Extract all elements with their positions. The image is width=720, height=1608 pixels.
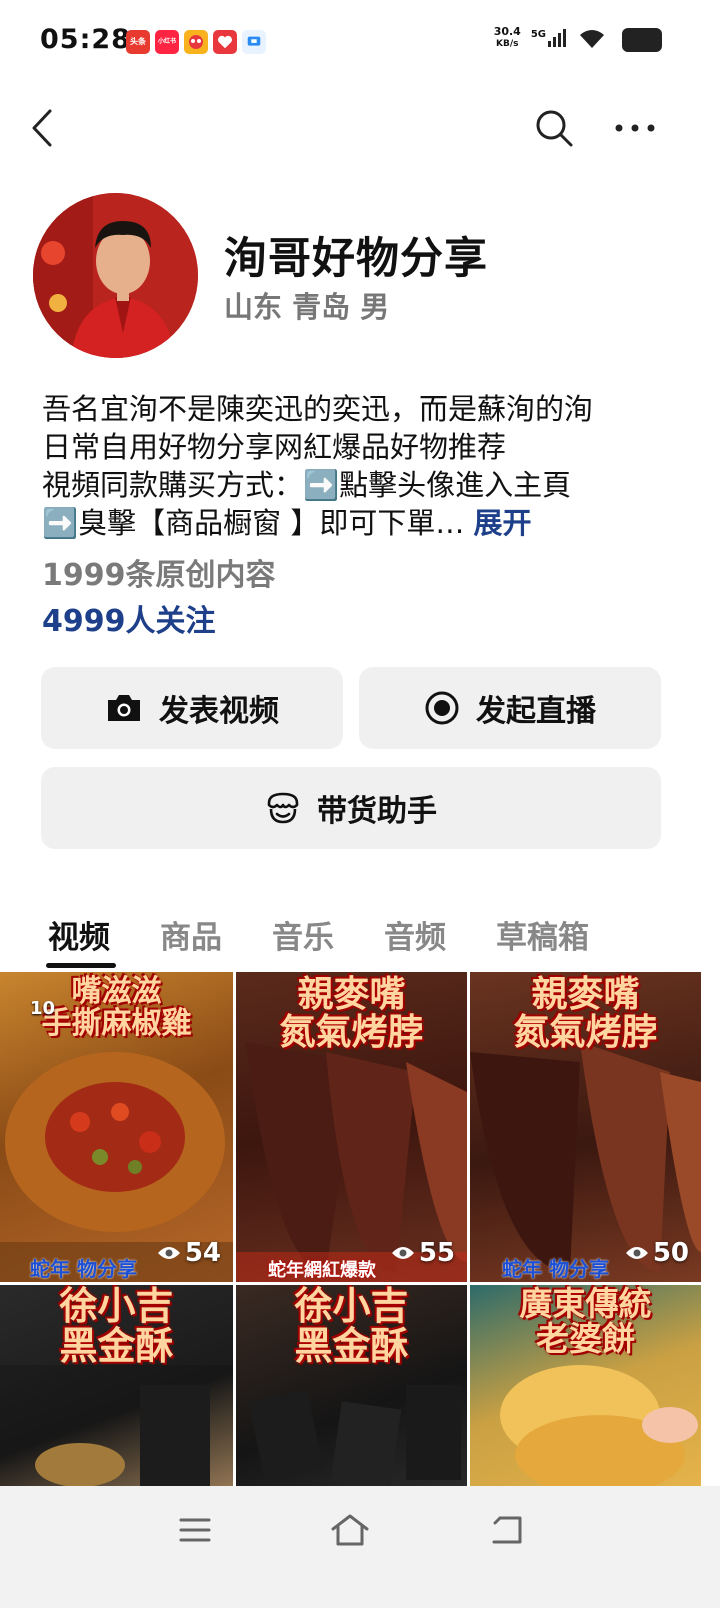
tab-music[interactable]: 音乐 (272, 912, 334, 957)
status-indicators: 30.4 KB/s 5G (494, 26, 606, 50)
bio-line: 日常自用好物分享网紅爆品好物推荐 (42, 430, 507, 464)
bio-line: ➡️臭擊【商品橱窗 】即可下單… 展开 (42, 504, 682, 542)
caption-line: 氮氣烤脖 (513, 1011, 658, 1053)
view-count-value: 54 (184, 1238, 221, 1268)
status-bar: 05:28 头条 小红书 30.4 KB/s 5G (0, 0, 720, 84)
video-caption: 廣東傳統 老婆餅 (470, 1285, 701, 1358)
post-video-label: 发表视频 (159, 694, 279, 729)
caption-line: 徐小吉 (294, 1285, 409, 1328)
view-count: 55 (391, 1238, 455, 1268)
video-caption: 徐小吉 黑金酥 (236, 1285, 467, 1368)
notification-icons: 头条 小红书 (126, 30, 266, 54)
shop-assistant-icon (267, 792, 299, 824)
battery-icon (622, 28, 662, 52)
caption-line: 老婆餅 (536, 1318, 635, 1358)
avatar[interactable] (33, 193, 198, 358)
chat-app-icon (242, 30, 266, 54)
caption-line: 黑金酥 (59, 1323, 174, 1368)
expand-bio-link[interactable]: 展开 (474, 506, 532, 540)
video-thumbnail[interactable]: 嘴滋滋 手撕麻椒雞 10 蛇年 物分享 54 (0, 972, 233, 1282)
signal-icon: 5G (531, 29, 568, 47)
profile-location-gender: 山东 青岛 男 (224, 290, 390, 324)
tab-drafts[interactable]: 草稿箱 (496, 912, 589, 957)
net-speed: 30.4 KB/s (494, 26, 521, 50)
video-bottom-text: 蛇年 物分享 (502, 1257, 609, 1281)
video-bottom-text: 蛇年網紅爆款 (268, 1260, 376, 1281)
eye-icon (625, 1247, 648, 1259)
network-type: 5G (530, 29, 546, 40)
followers-count[interactable]: 4999人关注 (42, 596, 216, 640)
toutiao-app-icon: 头条 (126, 30, 150, 54)
video-grid: 嘴滋滋 手撕麻椒雞 10 蛇年 物分享 54 親麥嘴 氮氣烤脖 蛇年網紅爆款 5… (0, 972, 720, 1486)
caption-line: 親麥嘴 (297, 974, 406, 1015)
profile-bio: 吾名宜洵不是陳奕迅的奕迅，而是蘇洵的洵 日常自用好物分享网紅爆品好物推荐 視頻同… (42, 390, 682, 542)
view-count-value: 55 (418, 1238, 455, 1268)
back-icon[interactable] (22, 106, 62, 150)
net-speed-value: 30.4 (493, 25, 521, 38)
xiaohongshu-app-icon: 小红书 (155, 30, 179, 54)
home-icon[interactable] (326, 1506, 374, 1554)
tab-audio[interactable]: 音频 (384, 912, 446, 957)
net-speed-unit: KB/s (496, 39, 519, 49)
original-content-count: 1999条原创内容 (42, 558, 276, 593)
more-icon[interactable] (612, 106, 658, 150)
sales-assistant-button[interactable]: 带货助手 (41, 767, 661, 849)
video-thumbnail[interactable]: 親麥嘴 氮氣烤脖 蛇年 物分享 50 (470, 972, 701, 1282)
tab-videos[interactable]: 视频 (48, 912, 110, 957)
view-count-value: 50 (652, 1238, 689, 1268)
menu-icon[interactable] (172, 1508, 218, 1552)
heart-app-icon (213, 30, 237, 54)
eye-icon (157, 1247, 180, 1259)
view-count: 54 (157, 1238, 221, 1268)
bio-line: 吾名宜洵不是陳奕迅的奕迅，而是蘇洵的洵 (42, 392, 594, 426)
caption-line: 氮氣烤脖 (279, 1011, 424, 1053)
caption-line: 親麥嘴 (531, 974, 640, 1015)
start-live-button[interactable]: 发起直播 (359, 667, 661, 749)
video-thumbnail[interactable]: 徐小吉 黑金酥 (0, 1285, 233, 1486)
wifi-icon (580, 30, 604, 48)
profile-name: 洵哥好物分享 (224, 234, 488, 284)
caption-line: 黑金酥 (294, 1323, 409, 1368)
search-icon[interactable] (532, 106, 576, 150)
video-thumbnail[interactable]: 徐小吉 黑金酥 (236, 1285, 467, 1486)
video-badge: 10 (30, 998, 56, 1019)
system-navigation-bar (0, 1486, 720, 1608)
post-video-button[interactable]: 发表视频 (41, 667, 343, 749)
camera-icon (108, 695, 140, 721)
sales-assistant-label: 带货助手 (317, 794, 437, 829)
back-nav-icon[interactable] (484, 1508, 530, 1552)
caption-line: 廣東傳統 (519, 1285, 652, 1323)
bio-line: 視頻同款購买方式：➡️點擊头像進入主頁 (42, 468, 572, 502)
video-caption: 親麥嘴 氮氣烤脖 (470, 976, 701, 1052)
video-bottom-text: 蛇年 物分享 (30, 1257, 137, 1281)
tab-products[interactable]: 商品 (160, 912, 222, 957)
start-live-label: 发起直播 (476, 694, 596, 729)
caption-line: 徐小吉 (59, 1285, 174, 1328)
video-caption: 徐小吉 黑金酥 (0, 1285, 233, 1368)
eye-icon (391, 1247, 414, 1259)
live-record-icon (425, 691, 459, 725)
video-thumbnail[interactable]: 親麥嘴 氮氣烤脖 蛇年網紅爆款 55 (236, 972, 467, 1282)
game-app-icon (184, 30, 208, 54)
view-count: 50 (625, 1238, 689, 1268)
active-tab-indicator (46, 963, 116, 968)
bio-line-text: ➡️臭擊【商品橱窗 】即可下單… (42, 506, 465, 540)
content-tabs: 视频 商品 音乐 音频 草稿箱 (0, 912, 720, 968)
video-thumbnail[interactable]: 廣東傳統 老婆餅 (470, 1285, 701, 1486)
status-time: 05:28 (40, 24, 131, 55)
video-caption: 親麥嘴 氮氣烤脖 (236, 976, 467, 1052)
